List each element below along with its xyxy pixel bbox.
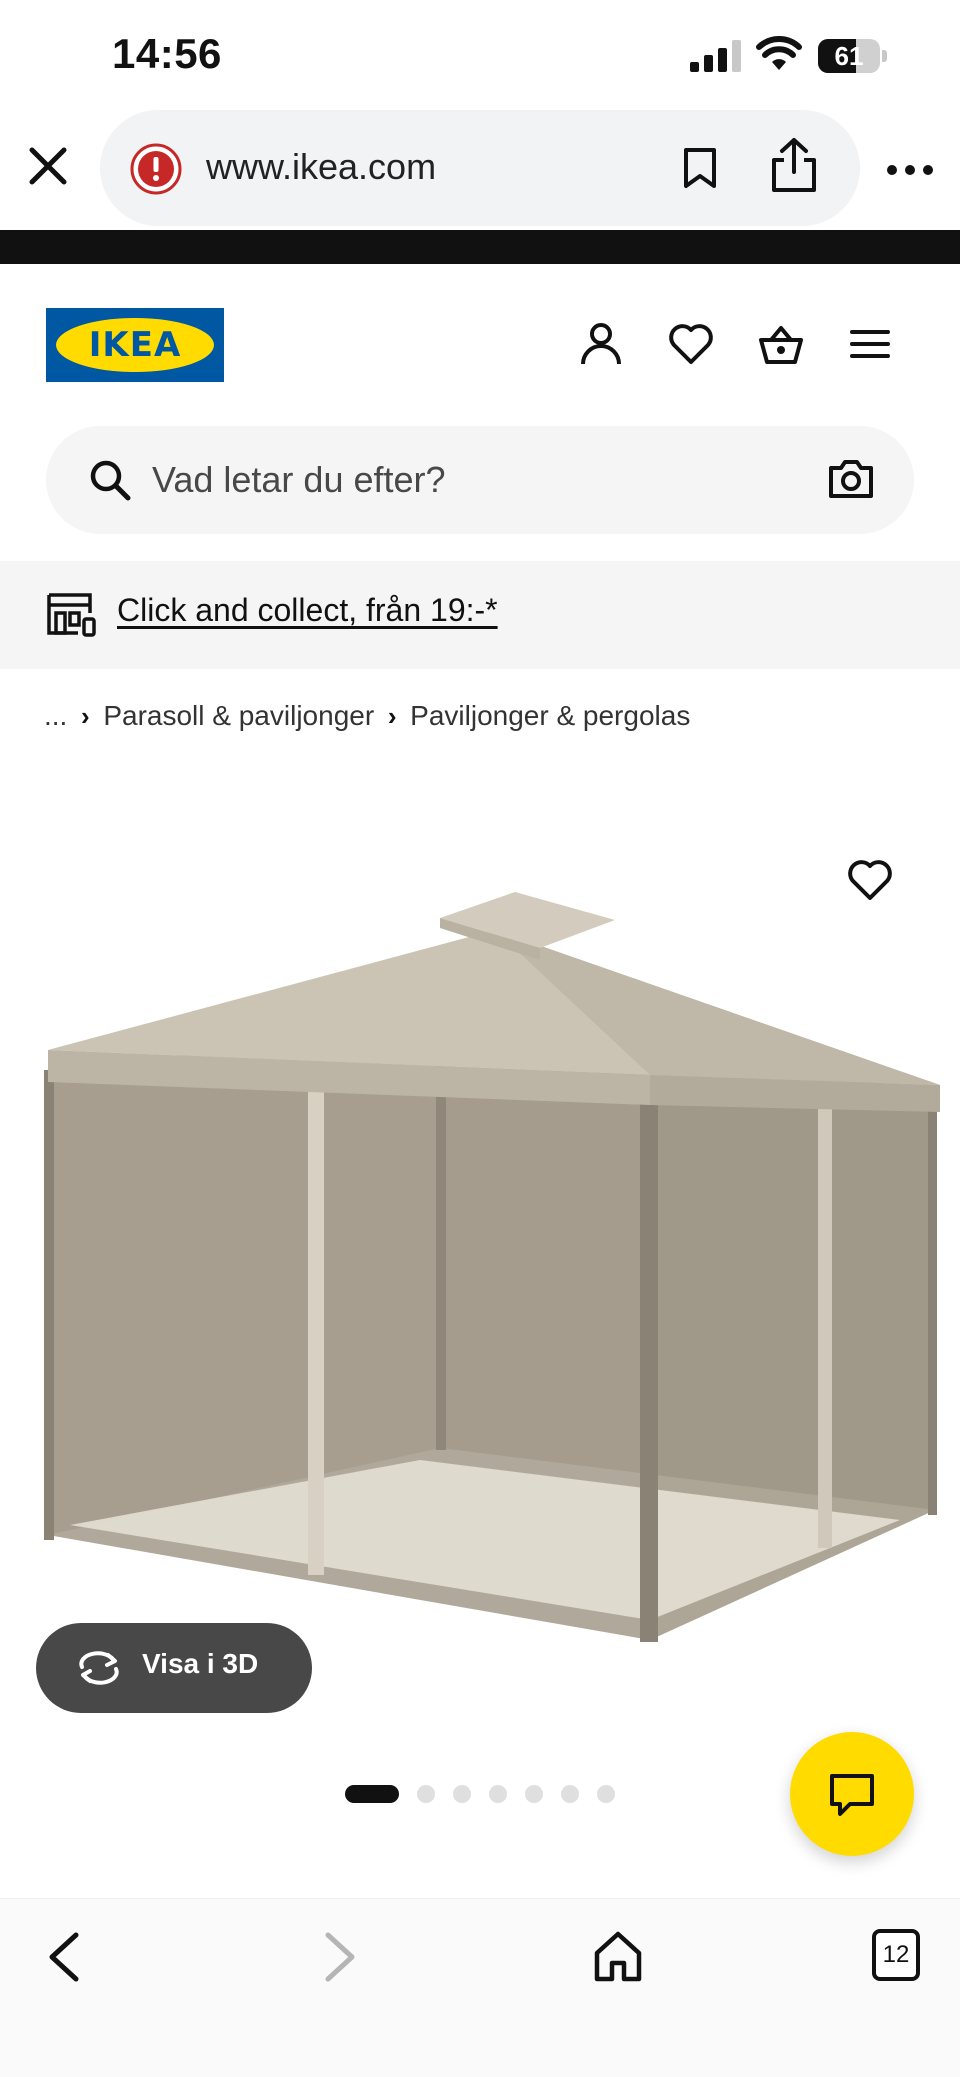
breadcrumb-parasoll[interactable]: Parasoll & paviljonger bbox=[103, 700, 374, 732]
back-icon[interactable] bbox=[44, 1929, 84, 1985]
browser-bottom-toolbar: 12 bbox=[0, 1898, 960, 2077]
chevron-right-icon: › bbox=[387, 700, 397, 731]
page-top-strip bbox=[0, 230, 960, 264]
close-icon[interactable] bbox=[22, 140, 74, 192]
wifi-icon bbox=[756, 36, 802, 70]
chevron-right-icon: › bbox=[81, 700, 90, 731]
ikea-logo[interactable]: IKEA bbox=[46, 308, 224, 382]
heart-icon[interactable] bbox=[667, 320, 715, 368]
address-bar[interactable]: www.ikea.com bbox=[100, 110, 860, 226]
view-in-3d-label: Visa i 3D bbox=[142, 1648, 259, 1679]
home-icon[interactable] bbox=[592, 1929, 644, 1983]
breadcrumb-paviljonger[interactable]: Paviljonger & pergolas bbox=[410, 700, 690, 732]
battery-level: 61 bbox=[834, 41, 864, 71]
rotate-3d-icon bbox=[79, 1651, 119, 1685]
forward-icon[interactable] bbox=[320, 1929, 360, 1985]
click-and-collect-link[interactable]: Click and collect, från 19:-* bbox=[117, 592, 498, 629]
carousel-dot[interactable] bbox=[597, 1785, 615, 1803]
account-icon[interactable] bbox=[577, 320, 625, 368]
search-input[interactable] bbox=[152, 452, 752, 508]
tab-count: 12 bbox=[882, 1941, 910, 1968]
store-pickup-icon bbox=[47, 593, 96, 637]
tabs-button[interactable]: 12 bbox=[872, 1929, 920, 1981]
view-in-3d-button[interactable]: Visa i 3D bbox=[36, 1623, 312, 1713]
browser-toolbar: www.ikea.com bbox=[0, 110, 960, 230]
logo-text: IKEA bbox=[88, 325, 182, 365]
menu-icon[interactable] bbox=[846, 320, 894, 368]
battery-icon: 61 bbox=[818, 39, 888, 73]
promo-banner: Click and collect, från 19:-* bbox=[0, 561, 960, 669]
camera-icon[interactable] bbox=[828, 458, 874, 500]
share-icon[interactable] bbox=[768, 136, 820, 194]
breadcrumb: ... › Parasoll & paviljonger › Paviljong… bbox=[44, 694, 690, 738]
chat-icon bbox=[830, 1774, 874, 1816]
url-text[interactable]: www.ikea.com bbox=[206, 146, 436, 188]
chat-button[interactable] bbox=[790, 1732, 914, 1856]
status-bar: 14:56 61 bbox=[0, 0, 960, 110]
carousel-dot[interactable] bbox=[453, 1785, 471, 1803]
bookmark-icon[interactable] bbox=[678, 146, 722, 190]
basket-icon[interactable] bbox=[757, 320, 805, 368]
carousel-pagination[interactable] bbox=[345, 1784, 633, 1804]
carousel-dot[interactable] bbox=[525, 1785, 543, 1803]
carousel-dot[interactable] bbox=[561, 1785, 579, 1803]
carousel-dot[interactable] bbox=[489, 1785, 507, 1803]
status-time: 14:56 bbox=[112, 30, 222, 77]
carousel-dot[interactable] bbox=[417, 1785, 435, 1803]
cellular-signal-icon bbox=[690, 40, 741, 72]
favorite-heart-icon[interactable] bbox=[846, 856, 894, 902]
carousel-dot-active[interactable] bbox=[345, 1785, 399, 1803]
search-icon bbox=[90, 460, 131, 501]
product-image[interactable] bbox=[0, 820, 960, 1740]
more-icon[interactable] bbox=[885, 162, 935, 178]
search-bar[interactable] bbox=[46, 426, 914, 534]
breadcrumb-ellipsis[interactable]: ... bbox=[44, 700, 67, 732]
warning-icon[interactable] bbox=[130, 143, 182, 195]
